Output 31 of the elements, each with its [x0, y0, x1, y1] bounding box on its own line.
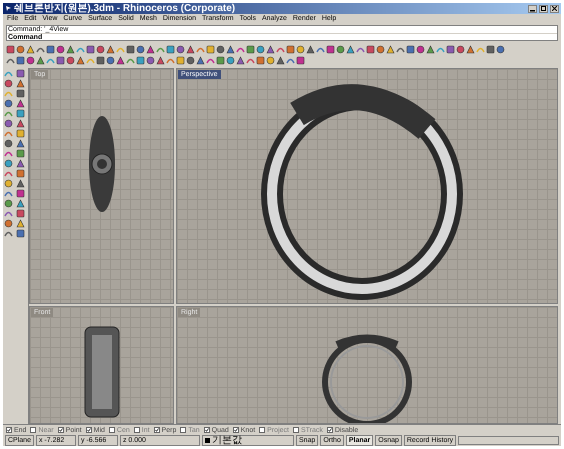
layer-pane[interactable]: 기본값 [202, 435, 294, 446]
layer-name: 기본값 [212, 436, 242, 446]
checkbox[interactable] [6, 427, 12, 433]
checkbox[interactable] [108, 427, 115, 433]
checkbox[interactable] [134, 427, 140, 433]
checkbox[interactable] [30, 427, 36, 433]
checkmark-icon [234, 428, 238, 432]
checkbox[interactable] [154, 427, 160, 433]
checkbox[interactable] [204, 427, 210, 433]
checkbox[interactable] [86, 427, 92, 433]
checkbox[interactable] [326, 427, 333, 433]
checkmark-icon [7, 428, 11, 432]
checkmark-icon [204, 428, 209, 432]
window-title: 쉐브론반지(원본).3dm - Rhinoceros (Corporate) [14, 3, 236, 14]
checkbox[interactable] [292, 427, 299, 433]
close-button[interactable] [550, 4, 559, 12]
checkmark-icon [86, 428, 91, 432]
checkbox[interactable] [232, 427, 239, 433]
checkbox[interactable] [58, 427, 64, 433]
minimize-icon [530, 10, 535, 12]
checkmark-icon [58, 428, 63, 432]
checkmark-icon [328, 428, 332, 432]
minimize-button[interactable] [528, 4, 537, 12]
checkbox[interactable] [259, 427, 266, 433]
maximize-button[interactable] [539, 4, 548, 12]
maximize-icon [541, 6, 546, 11]
checkmark-icon [154, 428, 159, 432]
close-icon [552, 6, 557, 11]
layer-color-swatch [204, 438, 210, 443]
checkbox[interactable] [180, 427, 186, 433]
app-icon [5, 5, 12, 12]
